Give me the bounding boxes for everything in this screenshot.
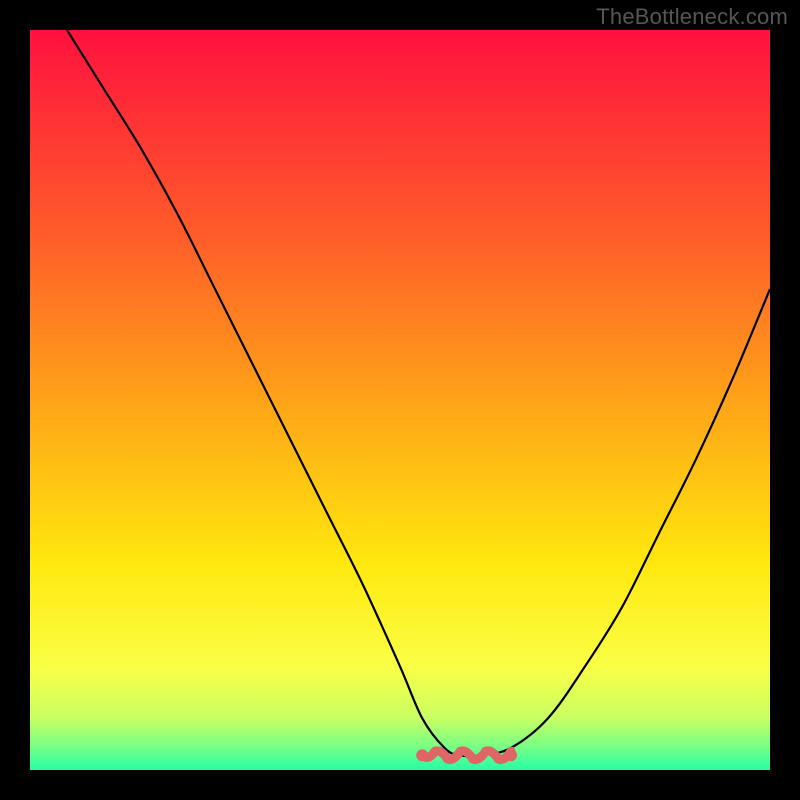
watermark-text: TheBottleneck.com: [596, 4, 788, 30]
chart-frame: { "watermark": "TheBottleneck.com", "col…: [0, 0, 800, 800]
gradient-bg: [30, 30, 770, 770]
bottleneck-chart: [30, 30, 770, 770]
